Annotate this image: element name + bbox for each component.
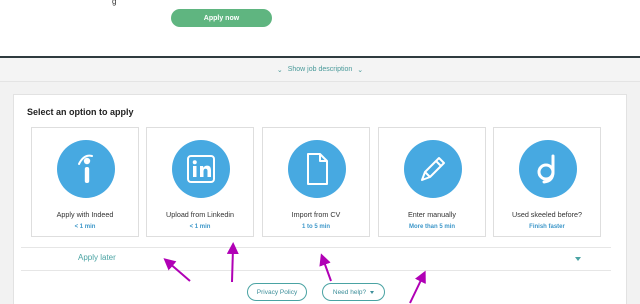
job-header: g Apply now [0, 0, 640, 56]
apply-later-toggle[interactable]: Apply later [21, 247, 611, 271]
apply-options-panel: Select an option to apply Apply with Ind… [13, 94, 627, 304]
option-label: Import from CV [291, 210, 341, 219]
option-enter-manually[interactable]: Enter manually More than 5 min [378, 127, 486, 237]
option-duration: Finish faster [529, 224, 565, 230]
option-apply-with-indeed[interactable]: Apply with Indeed < 1 min [31, 127, 139, 237]
caret-down-icon [575, 257, 581, 261]
show-job-description-link[interactable]: ⌄ Show job description ⌄ [0, 58, 640, 82]
indeed-icon [57, 140, 115, 198]
chevron-down-icon: ⌄ [357, 66, 364, 74]
apply-now-button[interactable]: Apply now [171, 9, 272, 27]
need-help-label: Need help? [332, 288, 367, 296]
option-label: Used skeeled before? [512, 210, 582, 219]
option-used-skeeled-before[interactable]: Used skeeled before? Finish faster [493, 127, 601, 237]
need-help-button[interactable]: Need help? [322, 283, 385, 301]
option-label: Enter manually [408, 210, 456, 219]
option-label: Upload from Linkedin [166, 210, 234, 219]
linkedin-icon [172, 140, 230, 198]
option-label: Apply with Indeed [56, 210, 114, 219]
option-upload-from-linkedin[interactable]: Upload from Linkedin < 1 min [146, 127, 254, 237]
pencil-icon [404, 140, 462, 198]
job-title-fragment: g [112, 0, 117, 6]
option-import-from-cv[interactable]: Import from CV 1 to 5 min [262, 127, 370, 237]
privacy-policy-label: Privacy Policy [256, 288, 298, 296]
option-duration: < 1 min [74, 224, 96, 230]
chevron-down-icon: ⌄ [276, 66, 283, 74]
option-duration: More than 5 min [408, 224, 455, 230]
skeeled-icon [519, 140, 577, 198]
option-duration: < 1 min [189, 224, 211, 230]
privacy-policy-button[interactable]: Privacy Policy [247, 283, 307, 301]
show-job-description-label: Show job description [287, 66, 353, 73]
document-icon [288, 140, 346, 198]
panel-title: Select an option to apply [27, 107, 134, 117]
apply-later-label: Apply later [78, 253, 116, 262]
caret-down-icon [370, 290, 375, 294]
option-duration: 1 to 5 min [301, 224, 330, 230]
